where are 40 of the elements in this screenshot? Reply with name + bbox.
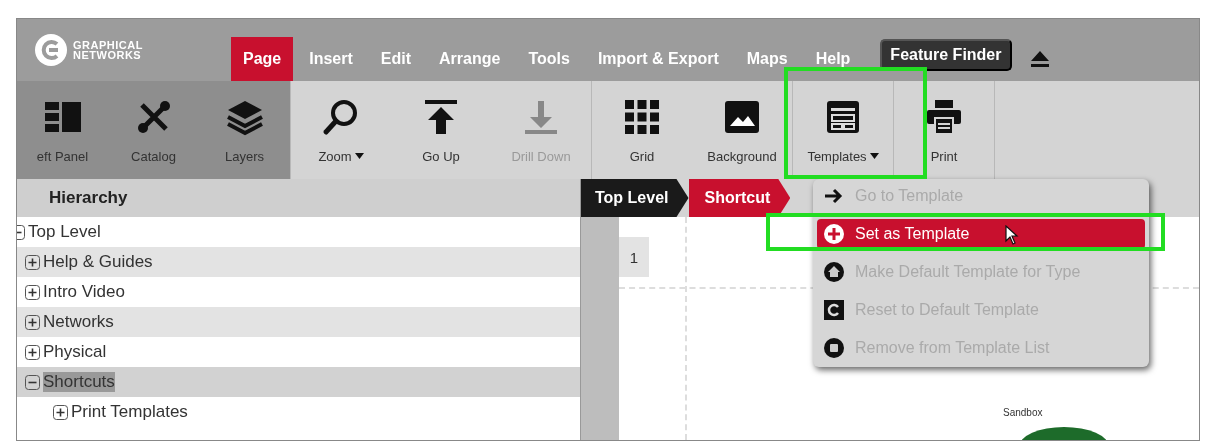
toolbar-button[interactable]: Print — [894, 81, 994, 179]
panel-header: Hierarchy — [17, 179, 580, 217]
toolbar-button[interactable]: Templates — [793, 81, 893, 179]
tree-item[interactable]: Networks — [17, 307, 580, 337]
logo-text: NETWORKS — [73, 50, 143, 60]
eject-icon[interactable] — [1029, 50, 1050, 68]
expand-icon — [25, 344, 40, 360]
toolbar-button[interactable]: Go Up — [391, 81, 491, 179]
tree-item[interactable]: Shortcuts — [17, 367, 580, 397]
expand-icon — [25, 254, 40, 270]
breadcrumb-item[interactable]: Shortcut — [688, 179, 791, 217]
collapse-icon — [25, 374, 40, 390]
menu-tab[interactable]: Page — [231, 37, 294, 81]
expand-icon — [25, 284, 40, 300]
logo-icon — [35, 34, 67, 66]
logo-text: GRAPHICAL — [73, 40, 143, 50]
expand-icon — [53, 404, 68, 420]
toolbar-button[interactable]: Background — [692, 81, 792, 179]
tree-item[interactable]: Print Templates — [17, 397, 580, 427]
page-number[interactable]: 1 — [619, 237, 649, 277]
tree-item[interactable]: Help & Guides — [17, 247, 580, 277]
toolbar-button[interactable]: eft Panel — [17, 81, 108, 179]
collapse-icon — [17, 224, 25, 240]
toolbar-button[interactable]: Grid — [592, 81, 692, 179]
plus-circle-icon — [823, 223, 845, 245]
breadcrumb-item[interactable]: Top Level — [581, 179, 689, 217]
feature-finder-button[interactable]: Feature Finder — [880, 39, 1012, 71]
cursor-icon — [1005, 225, 1019, 245]
toolbar-button[interactable]: Catalog — [108, 81, 199, 179]
tree-item[interactable]: Top Level — [17, 217, 580, 247]
home-circle-icon — [823, 261, 845, 283]
tree-item[interactable]: Physical — [17, 337, 580, 367]
tree-item[interactable]: Intro Video — [17, 277, 580, 307]
shape-label: Sandbox — [1003, 407, 1043, 418]
expand-icon — [25, 314, 40, 330]
toolbar-button[interactable]: Zoom — [291, 81, 391, 179]
stop-circle-icon — [823, 337, 845, 359]
toolbar-button[interactable]: Layers — [199, 81, 290, 179]
menu-item[interactable]: Set as Template — [817, 219, 1145, 249]
reset-icon — [823, 299, 845, 321]
